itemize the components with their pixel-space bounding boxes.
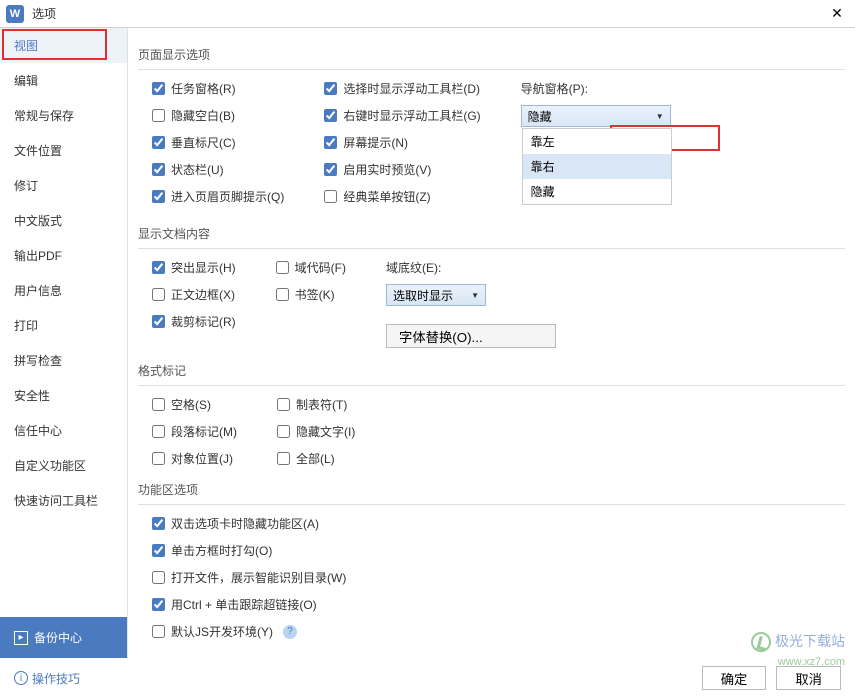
chevron-down-icon: ▼ — [656, 112, 664, 121]
backup-center-button[interactable]: ▸ 备份中心 — [0, 617, 127, 658]
nav-option-hidden[interactable]: 隐藏 — [523, 179, 671, 204]
tips-link[interactable]: i 操作技巧 — [14, 670, 80, 687]
titlebar: W 选项 ✕ — [0, 0, 855, 28]
nav-option-right[interactable]: 靠右 — [523, 154, 671, 179]
sidebar-item-print[interactable]: 打印 — [0, 308, 127, 343]
check-float-toolbar-rightclick[interactable]: 右键时显示浮动工具栏(G) — [324, 107, 480, 124]
nav-pane-dropdown: 靠左 靠右 隐藏 — [522, 128, 672, 205]
sidebar-item-edit[interactable]: 编辑 — [0, 63, 127, 98]
check-task-pane[interactable]: 任务窗格(R) — [152, 80, 284, 97]
window-title: 选项 — [32, 5, 825, 22]
help-icon[interactable]: ? — [283, 625, 297, 639]
sidebar-item-quick-access[interactable]: 快速访问工具栏 — [0, 483, 127, 518]
check-vertical-ruler[interactable]: 垂直标尺(C) — [152, 134, 284, 151]
check-field-codes[interactable]: 域代码(F) — [276, 259, 346, 276]
check-object-position[interactable]: 对象位置(J) — [152, 450, 237, 467]
sidebar-item-security[interactable]: 安全性 — [0, 378, 127, 413]
sidebar-item-output-pdf[interactable]: 输出PDF — [0, 238, 127, 273]
check-crop-marks[interactable]: 裁剪标记(R) — [152, 313, 236, 330]
check-realtime-preview[interactable]: 启用实时预览(V) — [324, 161, 480, 178]
check-status-bar[interactable]: 状态栏(U) — [152, 161, 284, 178]
sidebar-item-user-info[interactable]: 用户信息 — [0, 273, 127, 308]
sidebar-item-file-location[interactable]: 文件位置 — [0, 133, 127, 168]
check-tab-chars[interactable]: 制表符(T) — [277, 396, 355, 413]
sidebar-item-view[interactable]: 视图 — [0, 28, 127, 63]
field-shading-label: 域底纹(E): — [386, 259, 556, 276]
dialog-footer: i 操作技巧 确定 取消 — [0, 658, 855, 698]
section-ribbon-options-title: 功能区选项 — [138, 481, 845, 498]
backup-center-label: 备份中心 — [34, 629, 82, 646]
check-ctrl-click-hyperlink[interactable]: 用Ctrl + 单击跟踪超链接(O) — [152, 596, 845, 613]
cancel-button[interactable]: 取消 — [776, 666, 841, 690]
lightbulb-icon: i — [14, 671, 28, 685]
check-hidden-text[interactable]: 隐藏文字(I) — [277, 423, 355, 440]
check-paragraph-marks[interactable]: 段落标记(M) — [152, 423, 237, 440]
chevron-down-icon: ▼ — [471, 291, 479, 300]
font-replace-button[interactable]: 字体替换(O)... — [386, 324, 556, 348]
content-panel: 页面显示选项 任务窗格(R) 隐藏空白(B) 垂直标尺(C) 状态栏(U) 进入… — [128, 28, 855, 658]
nav-pane-value: 隐藏 — [528, 108, 552, 125]
app-icon: W — [6, 5, 24, 23]
ok-button[interactable]: 确定 — [702, 666, 767, 690]
check-classic-menu[interactable]: 经典菜单按钮(Z) — [324, 188, 480, 205]
sidebar-item-trust-center[interactable]: 信任中心 — [0, 413, 127, 448]
field-shading-value: 选取时显示 — [393, 287, 453, 304]
section-doc-content-title: 显示文档内容 — [138, 225, 845, 242]
check-text-border[interactable]: 正文边框(X) — [152, 286, 236, 303]
sidebar-item-chinese-layout[interactable]: 中文版式 — [0, 203, 127, 238]
check-highlight[interactable]: 突出显示(H) — [152, 259, 236, 276]
check-bookmarks[interactable]: 书签(K) — [276, 286, 346, 303]
nav-pane-label: 导航窗格(P): — [521, 80, 691, 97]
section-page-display-title: 页面显示选项 — [138, 46, 845, 63]
tips-label: 操作技巧 — [32, 670, 80, 687]
section-format-marks-title: 格式标记 — [138, 362, 845, 379]
sidebar-item-revision[interactable]: 修订 — [0, 168, 127, 203]
check-float-toolbar-select[interactable]: 选择时显示浮动工具栏(D) — [324, 80, 480, 97]
nav-pane-combobox[interactable]: 隐藏 ▼ 靠左 靠右 隐藏 — [521, 105, 671, 127]
check-hide-blank[interactable]: 隐藏空白(B) — [152, 107, 284, 124]
check-doubleclick-hide-ribbon[interactable]: 双击选项卡时隐藏功能区(A) — [152, 515, 845, 532]
nav-option-left[interactable]: 靠左 — [523, 129, 671, 154]
check-open-file-smart-toc[interactable]: 打开文件，展示智能识别目录(W) — [152, 569, 845, 586]
check-default-js-dev[interactable]: 默认JS开发环境(Y)? — [152, 623, 845, 640]
sidebar: 视图 编辑 常规与保存 文件位置 修订 中文版式 输出PDF 用户信息 打印 拼… — [0, 28, 128, 658]
check-spaces[interactable]: 空格(S) — [152, 396, 237, 413]
field-shading-combobox[interactable]: 选取时显示 ▼ — [386, 284, 486, 306]
check-all[interactable]: 全部(L) — [277, 450, 355, 467]
sidebar-item-customize-ribbon[interactable]: 自定义功能区 — [0, 448, 127, 483]
backup-icon: ▸ — [14, 631, 28, 645]
check-click-box-tick[interactable]: 单击方框时打勾(O) — [152, 542, 845, 559]
close-button[interactable]: ✕ — [825, 2, 849, 26]
sidebar-item-spellcheck[interactable]: 拼写检查 — [0, 343, 127, 378]
sidebar-item-general-save[interactable]: 常规与保存 — [0, 98, 127, 133]
check-screen-tips[interactable]: 屏幕提示(N) — [324, 134, 480, 151]
check-header-footer-tip[interactable]: 进入页眉页脚提示(Q) — [152, 188, 284, 205]
